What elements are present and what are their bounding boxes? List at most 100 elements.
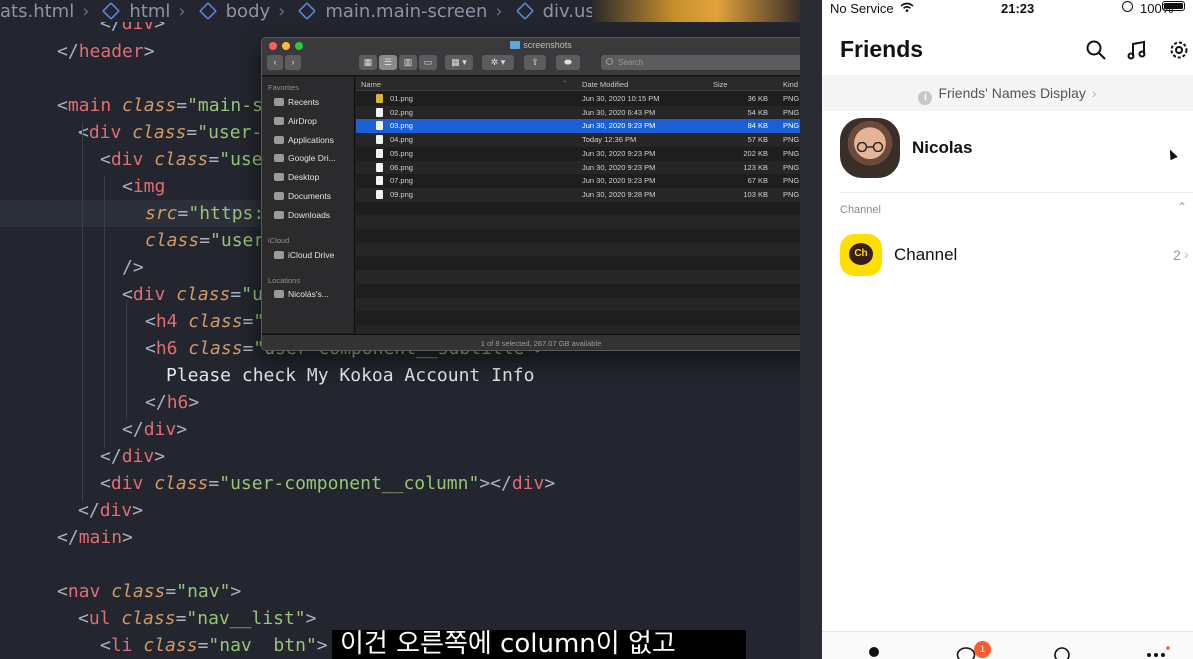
tab-bar: 1 bbox=[822, 631, 1193, 659]
file-list[interactable]: Name ⌃ Date Modified Size Kind 01.png Jun… bbox=[356, 77, 818, 339]
tab-search-icon[interactable] bbox=[1053, 646, 1071, 659]
sidebar-item-desktop[interactable]: Desktop bbox=[274, 172, 319, 182]
code-line[interactable]: <div class="user- bbox=[0, 119, 262, 146]
channel-name[interactable]: Channel bbox=[894, 245, 957, 265]
tab-friends-icon[interactable] bbox=[868, 646, 880, 658]
sidebar-item-recents[interactable]: Recents bbox=[274, 97, 319, 107]
code-token: class bbox=[176, 284, 231, 305]
column-view-button[interactable]: ▥ bbox=[399, 55, 417, 70]
code-line[interactable]: <ul class="nav__list"> bbox=[0, 605, 316, 632]
sidebar-item-documents[interactable]: Documents bbox=[274, 191, 331, 201]
code-token: "user bbox=[210, 230, 265, 251]
file-row[interactable]: 07.pngJun 30, 2020 9:23 PM67 KBPNG imag bbox=[356, 174, 818, 188]
code-line[interactable]: </div> bbox=[0, 416, 187, 443]
action-gear-button[interactable]: ✲ ▾ bbox=[482, 55, 514, 70]
search-icon bbox=[606, 58, 613, 65]
code-token: > bbox=[305, 608, 317, 629]
column-header-date[interactable]: Date Modified bbox=[582, 80, 628, 89]
code-token: < bbox=[57, 581, 68, 602]
file-row[interactable]: 04.pngToday 12:36 PM57 KBPNG imag bbox=[356, 133, 818, 147]
search-icon[interactable] bbox=[1086, 40, 1106, 60]
profile-name[interactable]: Nicolas bbox=[912, 138, 972, 158]
sidebar-item-downloads[interactable]: Downloads bbox=[274, 210, 330, 220]
banner-text: Friends' Names Display bbox=[938, 85, 1086, 101]
list-view-button[interactable]: ☰ bbox=[379, 55, 397, 70]
code-token: ></ bbox=[479, 473, 512, 494]
code-token: class bbox=[188, 311, 243, 332]
sidebar-item-airdrop[interactable]: AirDrop bbox=[274, 116, 317, 126]
code-line[interactable]: <nav class="nav"> bbox=[0, 578, 241, 605]
code-line[interactable]: <h4 class=" bbox=[0, 308, 264, 335]
code-line[interactable]: <div class="u bbox=[0, 281, 263, 308]
avatar[interactable] bbox=[840, 118, 900, 178]
column-header-size[interactable]: Size bbox=[713, 80, 728, 89]
code-line[interactable]: </div> bbox=[0, 497, 143, 524]
file-row[interactable]: 02.pngJun 30, 2020 6:43 PM54 KBPNG imag bbox=[356, 105, 818, 120]
file-name: 09.png bbox=[390, 189, 413, 199]
code-token: > bbox=[143, 41, 155, 62]
sidebar-item-google-dri[interactable]: Google Dri... bbox=[274, 153, 336, 163]
icon-view-button[interactable]: ▦ bbox=[359, 55, 377, 70]
file-row[interactable]: 01.pngJun 30, 2020 10:15 PM36 KBPNG imag bbox=[356, 92, 818, 106]
code-line[interactable]: class="user bbox=[0, 227, 264, 254]
group-button[interactable]: ▦ ▾ bbox=[445, 55, 473, 70]
music-icon[interactable] bbox=[1127, 40, 1147, 60]
editor-scrollbar[interactable] bbox=[800, 0, 822, 659]
file-date: Jun 30, 2020 6:43 PM bbox=[582, 107, 656, 117]
code-line[interactable]: <div class="user-component__column"></di… bbox=[0, 470, 555, 497]
chevron-right-icon[interactable]: › bbox=[1184, 246, 1189, 262]
file-name: 06.png bbox=[390, 162, 413, 172]
breadcrumb-file[interactable]: ats.html bbox=[0, 1, 74, 22]
code-line[interactable]: </h6> bbox=[0, 389, 199, 416]
tab-chats-icon[interactable] bbox=[956, 646, 976, 659]
sidebar-item-icon bbox=[274, 173, 284, 182]
sidebar-item-nicol-s-s[interactable]: Nicolás's... bbox=[274, 289, 329, 299]
column-header-kind[interactable]: Kind bbox=[783, 80, 798, 89]
file-name: 07.png bbox=[390, 176, 413, 186]
finder-sidebar: Favorites iCloud Locations Recents AirDro… bbox=[262, 77, 355, 333]
code-token: "user- bbox=[197, 122, 263, 143]
friends-names-display-banner[interactable]: i Friends' Names Display › bbox=[822, 75, 1193, 111]
code-token: > bbox=[230, 581, 242, 602]
file-name: 02.png bbox=[390, 107, 413, 117]
code-token: "nav__list" bbox=[186, 608, 306, 629]
back-button[interactable]: ‹ bbox=[267, 55, 283, 70]
code-token: /> bbox=[122, 257, 144, 278]
code-token: > bbox=[132, 500, 144, 521]
breadcrumb-html[interactable]: html bbox=[129, 1, 170, 22]
finder-window[interactable]: screenshots ‹ › ▦ ☰ ▥ ▭ ▦ ▾ ✲ ▾ ⇪ ⬬ Sear… bbox=[261, 37, 819, 351]
sidebar-item-applications[interactable]: Applications bbox=[274, 135, 334, 145]
code-token: = bbox=[176, 95, 188, 116]
tag-button[interactable]: ⬬ bbox=[556, 55, 580, 70]
empty-row bbox=[356, 284, 818, 298]
code-line[interactable]: <li class="nav btn"> bbox=[0, 632, 328, 659]
gallery-view-button[interactable]: ▭ bbox=[419, 55, 437, 70]
file-row[interactable]: 09.pngJun 30, 2020 9:28 PM103 KBPNG imag bbox=[356, 187, 818, 202]
code-line[interactable]: Please check My Kokoa Account Info bbox=[0, 362, 534, 389]
column-header-name[interactable]: Name bbox=[361, 80, 381, 89]
indent-guide bbox=[126, 300, 127, 420]
file-date: Jun 30, 2020 9:23 PM bbox=[582, 162, 656, 172]
file-row[interactable]: 05.pngJun 30, 2020 9:23 PM202 KBPNG imag bbox=[356, 147, 818, 161]
tab-more-icon[interactable] bbox=[1144, 646, 1170, 659]
code-line[interactable]: </header> bbox=[0, 38, 155, 65]
chat-unread-badge: 1 bbox=[974, 641, 991, 658]
empty-row bbox=[356, 311, 818, 325]
code-line[interactable]: <div class="use bbox=[0, 146, 263, 173]
share-button[interactable]: ⇪ bbox=[524, 55, 546, 70]
breadcrumb-main[interactable]: main.main-screen bbox=[325, 1, 487, 22]
code-line[interactable]: <main class="main-s bbox=[0, 92, 263, 119]
breadcrumb-body[interactable]: body bbox=[226, 1, 271, 22]
file-row[interactable]: 06.pngJun 30, 2020 9:23 PM123 KBPNG imag bbox=[356, 160, 818, 175]
gear-icon[interactable] bbox=[1169, 40, 1189, 60]
channel-logo[interactable]: Ch bbox=[840, 234, 882, 276]
file-date: Jun 30, 2020 9:28 PM bbox=[582, 189, 656, 199]
sidebar-item-label: Nicolás's... bbox=[288, 289, 329, 299]
search-input[interactable]: Search bbox=[601, 55, 812, 70]
sidebar-item-icloud-drive[interactable]: iCloud Drive bbox=[274, 250, 334, 260]
forward-button[interactable]: › bbox=[285, 55, 301, 70]
code-line[interactable]: </main> bbox=[0, 524, 133, 551]
code-line[interactable]: /> bbox=[0, 254, 144, 281]
file-row[interactable]: 03.pngJun 30, 2020 9:23 PM84 KBPNG imag bbox=[356, 119, 818, 134]
chevron-up-icon[interactable]: ⌃ bbox=[1177, 200, 1187, 214]
